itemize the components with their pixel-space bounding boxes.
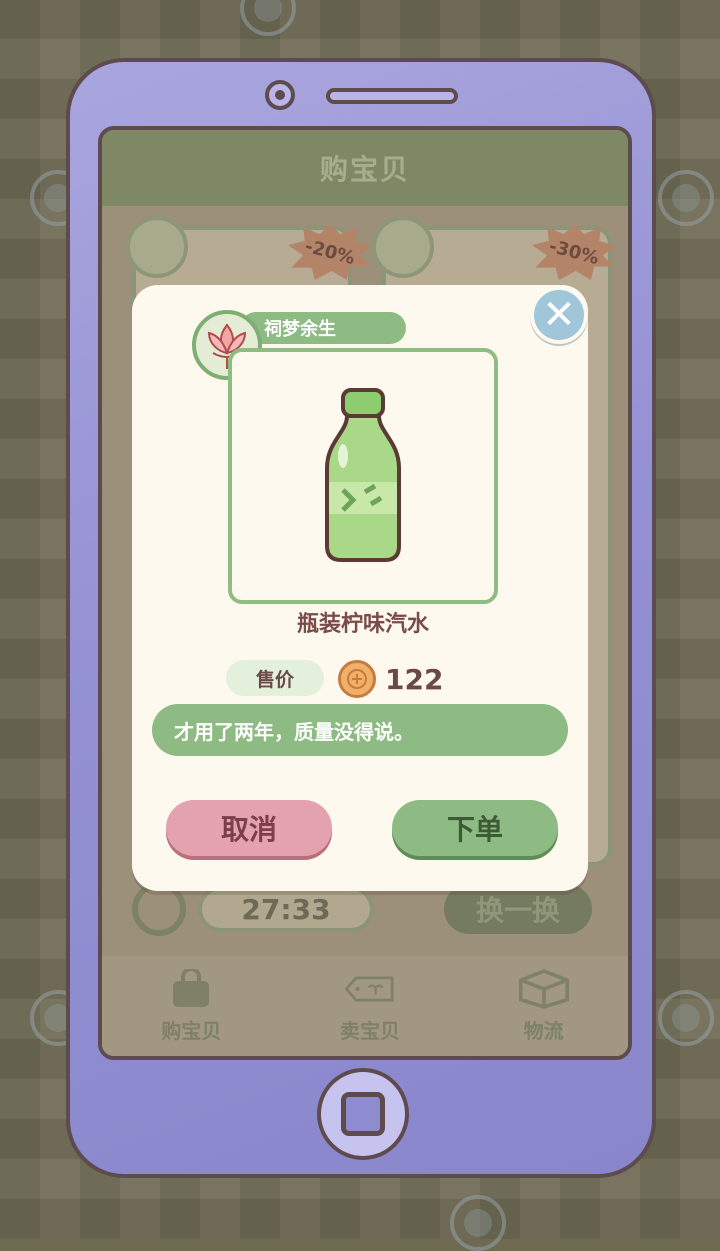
coin-icon <box>338 660 376 698</box>
seller-name: 祠梦余生 <box>240 312 406 344</box>
item-image-frame <box>228 348 498 604</box>
price-value: 122 <box>385 662 444 696</box>
sun-decoration-icon <box>658 170 714 226</box>
home-square-icon <box>341 1092 385 1136</box>
seller-avatar <box>126 216 188 278</box>
nav-label: 物流 <box>523 1018 564 1043</box>
bottom-nav: 购宝贝 卖宝贝 物流 <box>102 956 628 1056</box>
order-button[interactable]: 下单 <box>392 800 558 856</box>
sun-decoration-icon <box>450 1195 506 1251</box>
price-label: 售价 <box>226 660 324 696</box>
close-button[interactable]: ✕ <box>530 286 588 344</box>
sun-decoration-icon <box>658 990 714 1046</box>
shopping-bag-icon <box>166 968 216 1009</box>
item-description: 才用了两年，质量没得说。 <box>152 704 568 756</box>
screen-title: 购宝贝 <box>319 153 410 186</box>
price-tag-icon <box>344 969 395 1009</box>
box-icon <box>518 968 569 1009</box>
close-icon: ✕ <box>542 292 576 338</box>
home-button[interactable] <box>317 1068 409 1160</box>
speaker-slot <box>326 88 458 104</box>
nav-label: 购宝贝 <box>161 1018 222 1043</box>
nav-sell[interactable]: 卖宝贝 <box>340 969 400 1044</box>
refresh-timer: 27:33 <box>198 886 374 932</box>
nav-label: 卖宝贝 <box>339 1018 400 1043</box>
soda-bottle-icon <box>325 388 401 562</box>
screen-header: 购宝贝 <box>102 130 628 206</box>
item-name: 瓶装柠味汽水 <box>296 612 429 637</box>
camera-icon <box>265 80 295 110</box>
seller-avatar <box>372 216 434 278</box>
cancel-button[interactable]: 取消 <box>166 800 332 856</box>
refresh-button[interactable]: 换一换 <box>444 884 592 934</box>
nav-buy[interactable]: 购宝贝 <box>161 968 222 1044</box>
nav-logistics[interactable]: 物流 <box>518 968 569 1044</box>
